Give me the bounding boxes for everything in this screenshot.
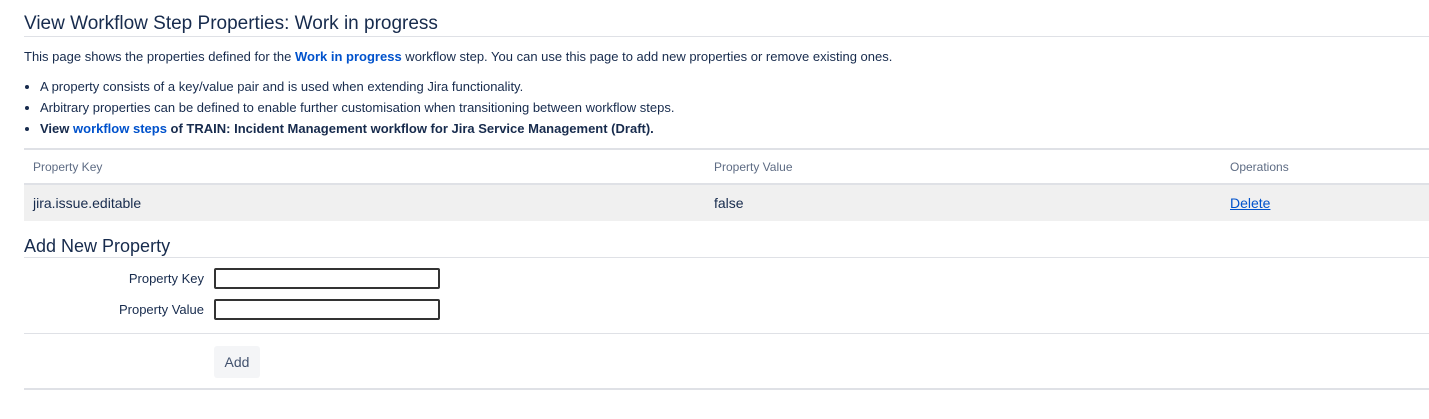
- cell-property-key: jira.issue.editable: [24, 184, 705, 221]
- info-list: A property consists of a key/value pair …: [24, 78, 1429, 138]
- page-title: View Workflow Step Properties: Work in p…: [24, 0, 1429, 37]
- list-item: Arbitrary properties can be defined to e…: [40, 99, 1429, 117]
- add-property-title: Add New Property: [24, 235, 1429, 258]
- header-property-value: Property Value: [705, 149, 1221, 185]
- property-value-label: Property Value: [118, 302, 204, 317]
- properties-table: Property Key Property Value Operations j…: [24, 148, 1429, 221]
- workflow-name-text: of TRAIN: Incident Management workflow f…: [166, 121, 654, 136]
- cell-property-value: false: [705, 184, 1221, 221]
- work-in-progress-link[interactable]: Work in progress: [295, 49, 402, 64]
- add-property-fields: Property Key Property Value: [24, 258, 1429, 334]
- page-container: View Workflow Step Properties: Work in p…: [0, 0, 1429, 390]
- property-key-row: Property Key: [24, 263, 1429, 294]
- delete-link[interactable]: Delete: [1230, 195, 1270, 211]
- list-item: View workflow steps of TRAIN: Incident M…: [40, 120, 1429, 138]
- intro-text: This page shows the properties defined f…: [24, 48, 1429, 66]
- list-item: A property consists of a key/value pair …: [40, 78, 1429, 96]
- table-header-row: Property Key Property Value Operations: [24, 149, 1429, 185]
- intro-text-after: workflow step. You can use this page to …: [401, 49, 893, 64]
- property-key-input[interactable]: [214, 268, 440, 289]
- property-key-label: Property Key: [128, 271, 204, 286]
- cell-operations: Delete: [1221, 184, 1429, 221]
- table-row: jira.issue.editable false Delete: [24, 184, 1429, 221]
- form-actions: Add: [24, 334, 1429, 390]
- workflow-steps-link[interactable]: workflow steps: [73, 121, 167, 136]
- header-operations: Operations: [1221, 149, 1429, 185]
- property-value-input[interactable]: [214, 299, 440, 320]
- intro-text-before: This page shows the properties defined f…: [24, 49, 295, 64]
- view-text: View: [40, 121, 74, 136]
- header-property-key: Property Key: [24, 149, 705, 185]
- add-button[interactable]: Add: [214, 346, 260, 378]
- property-value-row: Property Value: [24, 294, 1429, 325]
